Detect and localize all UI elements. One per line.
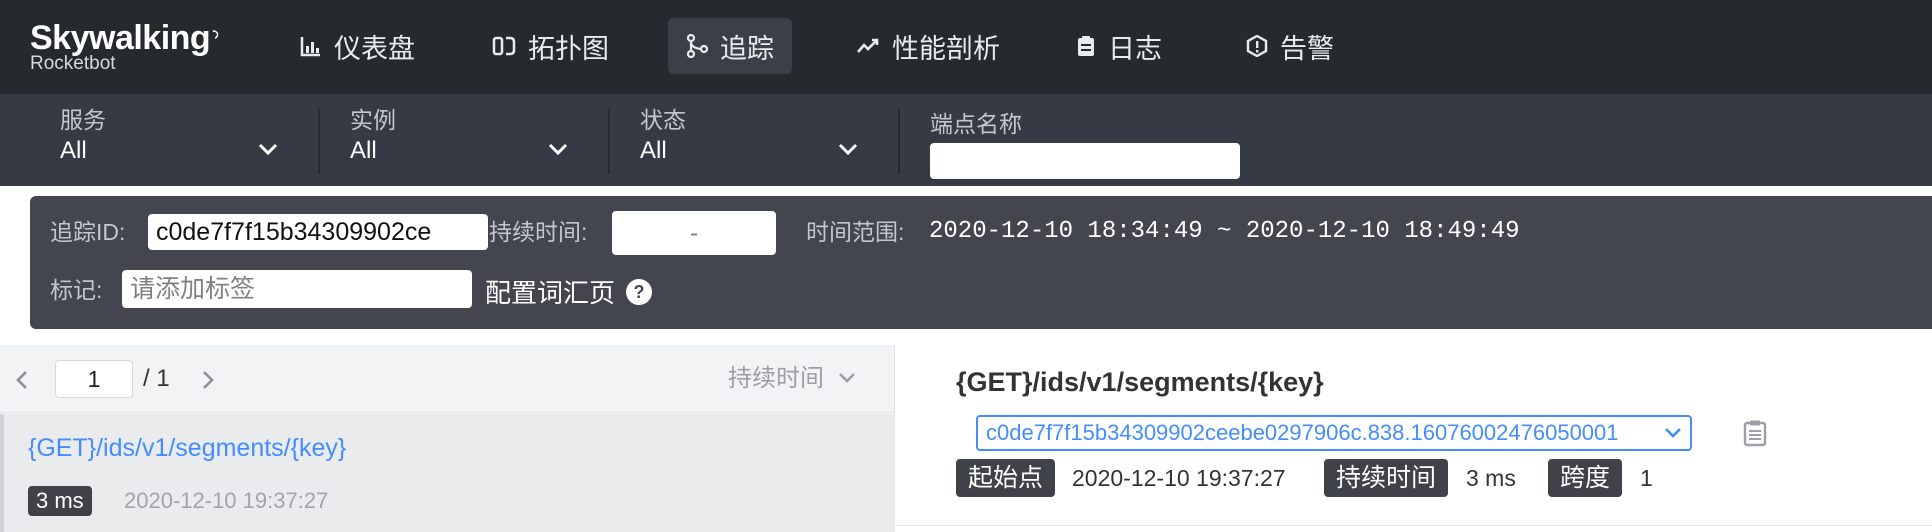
nav-item-profile[interactable]: 性能剖析 bbox=[838, 18, 1018, 74]
time-range-picker[interactable]: 2020-12-10 18:34:49 ~ 2020-12-10 18:49:4… bbox=[929, 218, 1520, 245]
endpoint-filter-label: 端点名称 bbox=[930, 111, 1022, 137]
filter-divider bbox=[608, 108, 610, 174]
span-count-tag: 跨度 bbox=[1548, 459, 1623, 497]
status-select-value: All bbox=[640, 137, 667, 164]
status-select-label: 状态 bbox=[640, 107, 686, 133]
trace-detail-pane: {GET}/ids/v1/segments/{key} c0de7f7f15b3… bbox=[896, 345, 1932, 532]
trace-list-pane: 1 / 1 持续时间 {GET}/ids/v1/segments/{key} 3… bbox=[0, 345, 895, 532]
chevron-left-icon[interactable] bbox=[14, 369, 30, 391]
endpoint-name-input[interactable] bbox=[930, 143, 1240, 179]
pagination: 1 / 1 持续时间 bbox=[0, 345, 895, 413]
service-select[interactable]: 服务 All bbox=[60, 106, 286, 174]
sort-by-duration[interactable]: 持续时间 bbox=[728, 363, 824, 395]
trace-id-label: 追踪ID: bbox=[50, 219, 126, 245]
span-count-value: 1 bbox=[1640, 465, 1653, 491]
trace-id-select-value: c0de7f7f15b34309902ceebe0297906c.838.160… bbox=[986, 420, 1619, 445]
nav-item-topology[interactable]: 拓扑图 bbox=[474, 18, 627, 74]
svg-text:?: ? bbox=[634, 282, 645, 302]
service-select-label: 服务 bbox=[60, 107, 106, 133]
instance-select[interactable]: 实例 All bbox=[350, 106, 576, 174]
nav-item-logs[interactable]: 日志 bbox=[1058, 18, 1180, 74]
chevron-down-icon bbox=[548, 143, 568, 156]
nav-item-label: 拓扑图 bbox=[528, 33, 609, 64]
top-navigation-bar: Skywalking Rocketbot 仪表盘 拓扑图 追踪 性能剖析 日志 … bbox=[0, 0, 1932, 94]
trace-endpoint-link[interactable]: {GET}/ids/v1/segments/{key} bbox=[28, 432, 346, 464]
nav-item-label: 仪表盘 bbox=[334, 33, 415, 64]
config-vocabulary-link[interactable]: 配置词汇页 bbox=[485, 273, 615, 310]
duration-range-input[interactable]: - bbox=[612, 211, 776, 255]
status-select[interactable]: 状态 All bbox=[640, 106, 866, 174]
duration-badge: 3 ms bbox=[28, 486, 92, 516]
profile-trend-icon bbox=[857, 38, 879, 53]
time-range-label: 时间范围: bbox=[806, 219, 905, 245]
service-select-value: All bbox=[60, 137, 87, 164]
duration-label: 持续时间: bbox=[489, 219, 588, 245]
skywalking-logo[interactable]: Skywalking Rocketbot bbox=[30, 18, 220, 88]
trace-id-select[interactable]: c0de7f7f15b34309902ceebe0297906c.838.160… bbox=[976, 415, 1692, 451]
duration-value: 3 ms bbox=[1466, 465, 1516, 491]
chevron-down-icon bbox=[838, 143, 858, 156]
page-total: / 1 bbox=[143, 365, 170, 392]
tags-label: 标记: bbox=[50, 277, 103, 303]
chevron-down-icon bbox=[1665, 428, 1681, 438]
alarm-shield-icon bbox=[1246, 35, 1268, 57]
trace-search-panel: 追踪ID: c0de7f7f15b34309902ce 持续时间: - 时间范围… bbox=[30, 196, 1932, 329]
tags-input[interactable]: 请添加标签 bbox=[122, 270, 472, 308]
nav-item-label: 追踪 bbox=[720, 33, 774, 64]
logo-text: Skywalking bbox=[30, 19, 211, 57]
chevron-down-icon bbox=[258, 143, 278, 156]
detail-divider bbox=[896, 525, 1932, 526]
instance-select-value: All bbox=[350, 137, 377, 164]
nav-item-label: 性能剖析 bbox=[892, 33, 1000, 64]
page-number-input[interactable]: 1 bbox=[55, 360, 133, 398]
nav-item-trace[interactable]: 追踪 bbox=[668, 18, 792, 74]
filter-divider bbox=[318, 108, 320, 174]
nav-item-label: 日志 bbox=[1108, 33, 1162, 64]
duration-tag: 持续时间 bbox=[1324, 459, 1449, 497]
start-time-value: 2020-12-10 19:37:27 bbox=[1072, 465, 1286, 491]
chevron-right-icon[interactable] bbox=[200, 369, 216, 391]
chevron-down-icon[interactable] bbox=[838, 371, 856, 385]
filter-divider bbox=[898, 108, 900, 174]
instance-select-label: 实例 bbox=[350, 107, 396, 133]
start-time-tag: 起始点 bbox=[956, 459, 1056, 497]
copy-clipboard-icon[interactable] bbox=[1743, 419, 1767, 447]
nav-item-label: 告警 bbox=[1280, 33, 1334, 64]
log-clipboard-icon bbox=[1078, 36, 1094, 56]
trace-icon bbox=[686, 34, 708, 58]
logo-arc-icon bbox=[212, 30, 219, 39]
trace-detail-title: {GET}/ids/v1/segments/{key} bbox=[956, 367, 1324, 397]
nav-item-dashboard[interactable]: 仪表盘 bbox=[282, 18, 433, 74]
trace-id-input[interactable]: c0de7f7f15b34309902ce bbox=[148, 214, 488, 250]
nav-item-alarm[interactable]: 告警 bbox=[1228, 18, 1352, 74]
help-question-icon[interactable]: ? bbox=[625, 278, 653, 306]
topology-icon bbox=[492, 36, 516, 56]
trace-list-item[interactable]: {GET}/ids/v1/segments/{key} 3 ms 2020-12… bbox=[0, 414, 895, 532]
dashboard-chart-icon bbox=[300, 37, 320, 57]
trace-start-time: 2020-12-10 19:37:27 bbox=[124, 488, 329, 513]
